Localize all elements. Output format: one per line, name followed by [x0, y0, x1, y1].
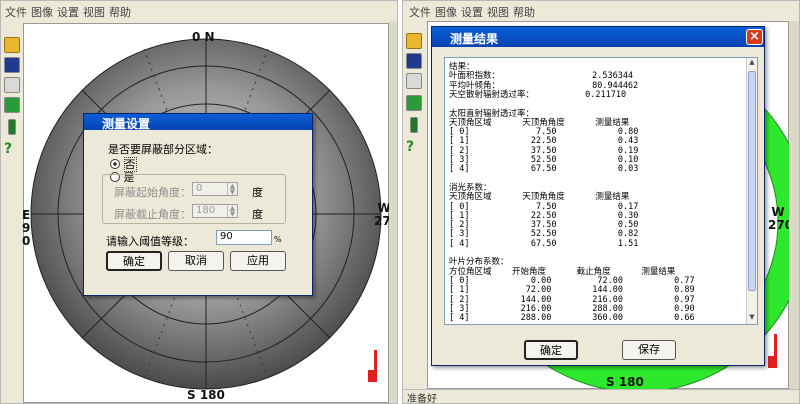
menu-view[interactable]: 视图: [487, 4, 509, 20]
mask-start-input[interactable]: 0 ▲ ▼: [192, 182, 238, 196]
mask-start-unit: 度: [252, 186, 263, 199]
spinner-icon[interactable]: ▲ ▼: [227, 205, 237, 218]
south-label: S 180: [606, 375, 644, 389]
east-label: E 90: [22, 208, 31, 248]
menu-file[interactable]: 文件: [5, 4, 27, 20]
close-button[interactable]: ×: [746, 29, 763, 45]
ok-button[interactable]: 确定: [524, 340, 578, 360]
vertical-scrollbar[interactable]: [789, 21, 799, 403]
menu-bar: 文件 图像 设置 视图 帮助: [403, 1, 799, 21]
apply-button[interactable]: 应用: [230, 251, 286, 271]
cancel-button[interactable]: 取消: [168, 251, 224, 271]
result-scrollbar[interactable]: ▲ ▼: [746, 58, 757, 324]
calculate-icon[interactable]: [8, 119, 16, 135]
spinner-icon[interactable]: ▲ ▼: [227, 183, 237, 196]
result-line: [ 4] 288.00 360.00 0.66: [449, 313, 695, 324]
menu-help[interactable]: 帮助: [513, 4, 535, 20]
mask-start-label: 屏蔽起始角度：: [114, 186, 191, 199]
menu-bar: 文件 图像 设置 视图 帮助: [1, 1, 397, 21]
status-bar: 准备好: [403, 389, 799, 403]
threshold-label: 请输入阈值等级：: [106, 235, 194, 248]
open-icon[interactable]: [406, 33, 422, 49]
print-icon[interactable]: [4, 77, 20, 93]
toolbar: ?: [1, 21, 23, 403]
save-icon[interactable]: [4, 57, 20, 73]
threshold-value: 90: [220, 231, 233, 242]
menu-file[interactable]: 文件: [409, 4, 431, 20]
close-icon: ×: [749, 29, 760, 44]
result-dialog: 测量结果 × 结果： 叶面积指数： 2.536344 平均叶倾角： 80.94446…: [431, 26, 765, 366]
save-button[interactable]: 保存: [622, 340, 676, 360]
menu-view[interactable]: 视图: [83, 4, 105, 20]
calculate-icon[interactable]: [410, 117, 418, 133]
scroll-down-icon[interactable]: ▼: [747, 313, 757, 324]
threshold-input[interactable]: 90: [216, 230, 272, 245]
menu-image[interactable]: 图像: [435, 4, 457, 20]
print-icon[interactable]: [406, 73, 422, 89]
left-window: 文件 图像 设置 视图 帮助 ? 0 N S 180 E 90 W 270 测量…: [0, 0, 398, 404]
open-icon[interactable]: [4, 37, 20, 53]
result-dialog-title: 测量结果: [432, 27, 764, 47]
scroll-thumb[interactable]: [748, 71, 756, 291]
mask-end-value: 180: [196, 205, 216, 216]
mask-start-value: 0: [196, 183, 203, 194]
toolbar: ?: [403, 21, 427, 403]
camera-icon[interactable]: [406, 95, 422, 111]
result-textbox[interactable]: 结果： 叶面积指数： 2.536344 平均叶倾角： 80.944462 天空散射辐射…: [444, 57, 758, 325]
vertical-scrollbar[interactable]: [389, 21, 397, 403]
status-text: 准备好: [407, 394, 437, 404]
menu-settings[interactable]: 设置: [461, 4, 483, 20]
right-window: 文件 图像 设置 视图 帮助 ? W 270 S 180 准备好 测量结果 ×: [402, 0, 800, 404]
mask-question: 是否要屏蔽部分区域：: [108, 143, 218, 156]
scroll-up-icon[interactable]: ▲: [747, 58, 757, 69]
radio-selected-icon: [110, 159, 120, 169]
mask-end-unit: 度: [252, 208, 263, 221]
mask-end-input[interactable]: 180 ▲ ▼: [192, 204, 238, 218]
menu-image[interactable]: 图像: [31, 4, 53, 20]
west-label: W 270: [768, 205, 794, 232]
percent-unit: %: [274, 235, 282, 244]
north-label: 0 N: [192, 30, 215, 44]
settings-dialog: 测量设置 是否要屏蔽部分区域： 否 是 屏蔽起始角度： 0 ▲ ▼ 度 屏蔽截止角…: [83, 113, 313, 296]
result-line: [ 4] 67.50 1.51: [449, 238, 639, 249]
result-line: 天空散射辐射透过率： 0.211710: [449, 89, 627, 100]
result-line: [ 4] 67.50 0.03: [449, 164, 639, 175]
help-icon[interactable]: ?: [406, 139, 422, 155]
menu-settings[interactable]: 设置: [57, 4, 79, 20]
help-icon[interactable]: ?: [4, 141, 20, 157]
south-label: S 180: [187, 388, 225, 402]
mask-end-label: 屏蔽截止角度：: [114, 208, 191, 221]
save-icon[interactable]: [406, 53, 422, 69]
camera-icon[interactable]: [4, 97, 20, 113]
menu-help[interactable]: 帮助: [109, 4, 131, 20]
ok-button[interactable]: 确定: [106, 251, 162, 271]
settings-dialog-title: 测量设置: [84, 114, 312, 131]
